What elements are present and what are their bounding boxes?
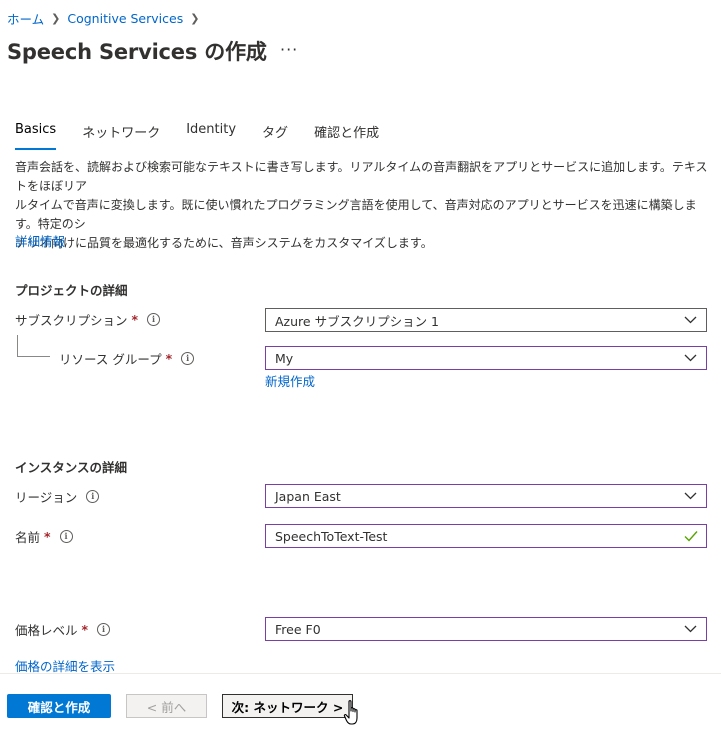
tree-connector-line <box>17 356 50 357</box>
subscription-value: Azure サブスクリプション 1 <box>275 313 439 329</box>
region-value: Japan East <box>275 488 341 504</box>
info-icon[interactable]: i <box>147 312 161 326</box>
resource-group-label: リソース グループ * i <box>59 346 195 370</box>
region-dropdown[interactable]: Japan East <box>265 484 707 508</box>
breadcrumb-cognitive-services-link[interactable]: Cognitive Services <box>67 11 183 26</box>
description-line: ルタイムで音声に変換します。既に使い慣れたプログラミング言語を使用して、音声対応… <box>15 198 697 231</box>
previous-button[interactable]: < 前へ <box>126 694 207 718</box>
hand-pointer-cursor-icon <box>343 700 358 725</box>
required-asterisk: * <box>165 350 173 366</box>
breadcrumb-home-link[interactable]: ホーム <box>7 9 44 28</box>
pricing-tier-label-text: 価格レベル <box>15 622 78 638</box>
description-line: ナリオ向けに品質を最適化するために、音声システムをカスタマイズします。 <box>15 236 433 250</box>
resource-group-dropdown[interactable]: My <box>265 346 707 370</box>
info-icon[interactable]: i <box>97 622 111 636</box>
review-create-button[interactable]: 確認と作成 <box>7 694 111 718</box>
region-label: リージョン i <box>15 484 100 508</box>
create-new-resource-group-link[interactable]: 新規作成 <box>265 371 315 390</box>
info-icon[interactable]: i <box>86 489 100 503</box>
subscription-label-text: サブスクリプション <box>15 312 128 328</box>
tab-tags[interactable]: タグ <box>262 122 288 144</box>
pricing-tier-dropdown[interactable]: Free F0 <box>265 617 707 641</box>
project-details-heading: プロジェクトの詳細 <box>15 283 128 298</box>
required-asterisk: * <box>81 621 89 637</box>
tree-connector-line <box>17 335 18 357</box>
info-icon[interactable]: i <box>59 529 73 543</box>
region-label-text: リージョン <box>15 489 78 505</box>
name-input[interactable]: SpeechToText-Test <box>265 524 707 548</box>
name-label-text: 名前 <box>15 529 41 545</box>
chevron-down-icon <box>684 354 697 362</box>
chevron-down-icon <box>684 316 697 324</box>
service-description: 音声会話を、読解および検索可能なテキストに書き写します。リアルタイムの音声翻訳を… <box>15 158 710 253</box>
footer-divider <box>0 673 721 674</box>
description-line: 音声会話を、読解および検索可能なテキストに書き写します。リアルタイムの音声翻訳を… <box>15 160 708 193</box>
page-title: Speech Services の作成 <box>7 40 267 64</box>
learn-more-link[interactable]: 詳細情報 <box>15 231 65 250</box>
subscription-label: サブスクリプション * i <box>15 307 161 331</box>
checkmark-icon <box>684 531 698 542</box>
breadcrumb-chevron-right-icon: ❯ <box>51 11 61 25</box>
resource-group-value: My <box>275 350 294 366</box>
next-network-button[interactable]: 次: ネットワーク > <box>222 694 353 718</box>
tab-basics[interactable]: Basics <box>15 122 57 150</box>
name-label: 名前 * i <box>15 524 73 548</box>
more-options-icon[interactable]: ··· <box>280 40 298 59</box>
resource-group-label-text: リソース グループ <box>59 351 162 367</box>
required-asterisk: * <box>44 528 51 544</box>
name-value: SpeechToText-Test <box>275 528 388 544</box>
tab-identity[interactable]: Identity <box>186 122 236 144</box>
pricing-tier-value: Free F0 <box>275 621 321 637</box>
chevron-down-icon <box>684 625 697 633</box>
tab-review-create[interactable]: 確認と作成 <box>314 122 379 144</box>
subscription-dropdown[interactable]: Azure サブスクリプション 1 <box>265 308 707 332</box>
required-asterisk: * <box>131 311 139 327</box>
breadcrumb-chevron-right-icon: ❯ <box>190 11 200 25</box>
info-icon[interactable]: i <box>181 351 195 365</box>
breadcrumb: ホーム ❯ Cognitive Services ❯ <box>7 9 206 27</box>
tab-network[interactable]: ネットワーク <box>82 122 160 144</box>
tab-bar: Basics ネットワーク Identity タグ 確認と作成 <box>15 122 405 150</box>
pricing-tier-label: 価格レベル * i <box>15 617 111 641</box>
chevron-down-icon <box>684 492 697 500</box>
instance-details-heading: インスタンスの詳細 <box>15 460 128 475</box>
